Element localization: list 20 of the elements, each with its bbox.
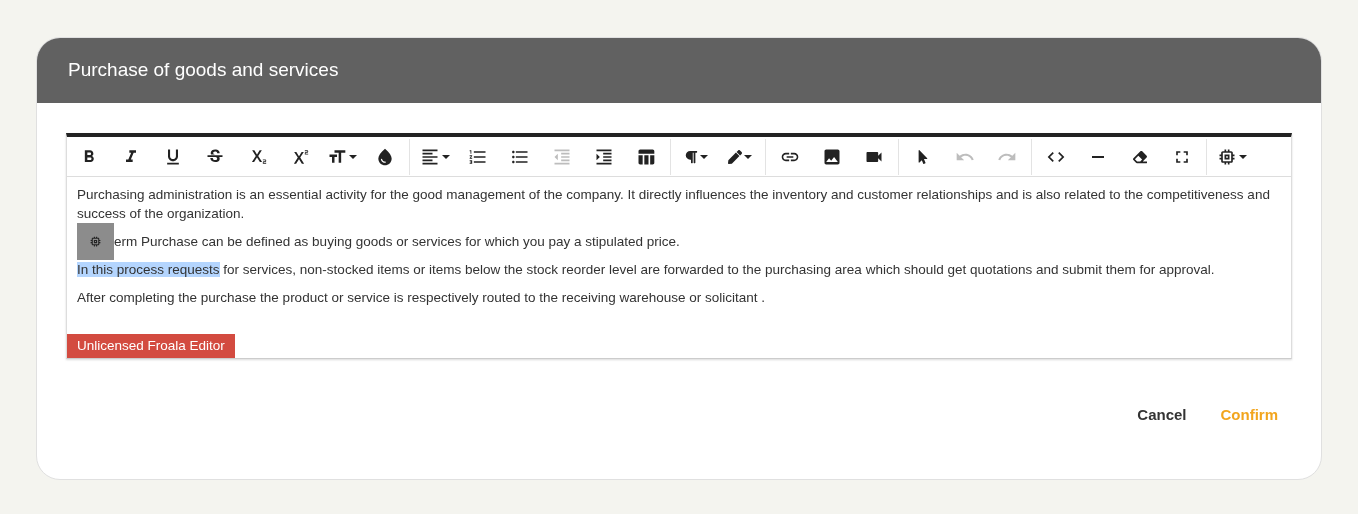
caret-icon [349,154,357,159]
dialog-title: Purchase of goods and services [68,58,339,83]
caret-icon [744,154,752,159]
droplet-icon [375,146,395,167]
caret-icon [700,154,708,159]
horizontal-line-icon [1092,155,1104,158]
pointer-icon [916,149,930,164]
paragraph: erm Purchase can be defined as buying goods or services for which you pay a stipulated price. [114,233,680,251]
caret-icon [1239,154,1247,159]
chip-icon [89,235,102,248]
paragraph: Purchasing administration is an essential activity for the good management of the company. It directly influences the inventory and customer relationships and is also related to the competitiveness and success of the organization. [77,186,1271,223]
paragraph-icon [684,149,698,164]
cancel-button[interactable]: Cancel [1121,399,1203,431]
eraser-icon [1133,149,1147,164]
pen-icon [728,149,742,164]
paragraph: After completing the purchase the product or service is respectively routed to the receiving warehouse or solicitant . [77,289,766,307]
license-banner: Unlicensed Froala Editor [67,334,235,358]
ai-popup-button[interactable] [77,223,114,260]
caret-icon [442,154,450,159]
paragraph: In this process requests for services, non-stocked items or items below the stock reorder level are forwarded to the purchasing area which should get quotations and submit them for approval. [77,261,1215,279]
